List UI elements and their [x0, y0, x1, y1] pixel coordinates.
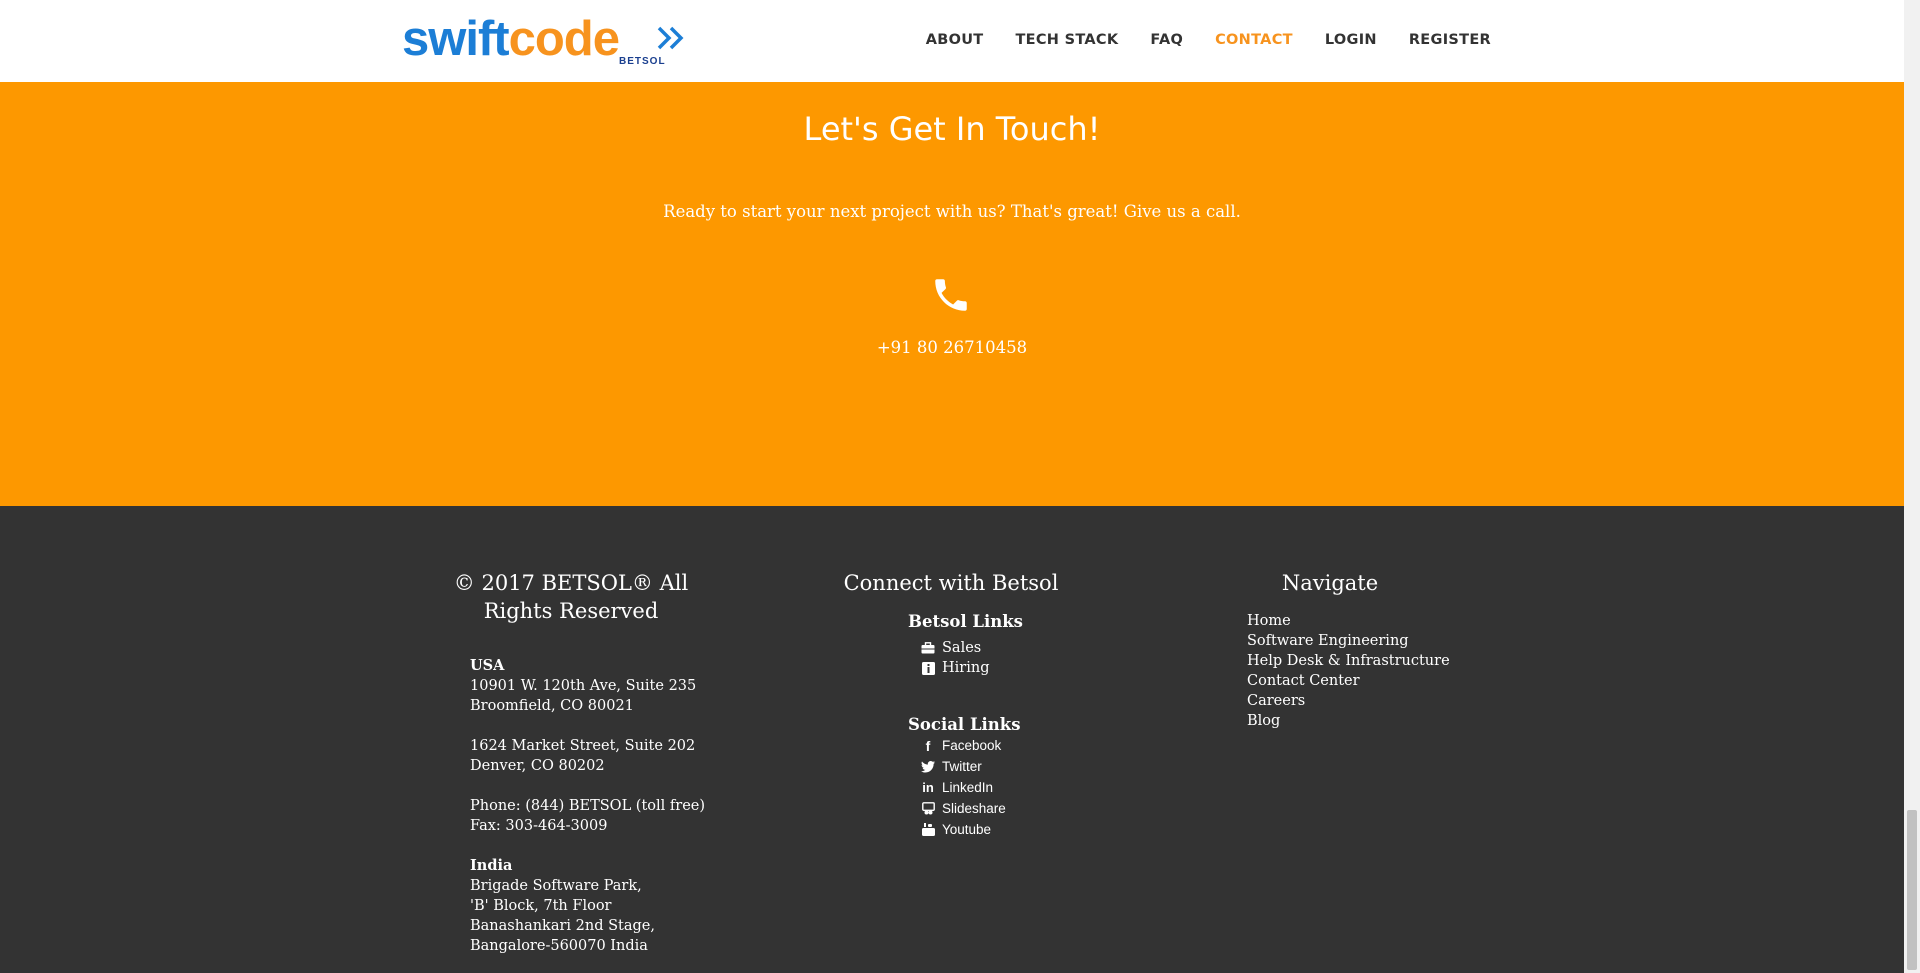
navigate-link-contact-center[interactable]: Contact Center	[1247, 671, 1450, 691]
address-line: 1624 Market Street, Suite 202	[470, 738, 696, 754]
nav-register[interactable]: REGISTER	[1409, 28, 1491, 52]
link-label: Hiring	[942, 660, 990, 676]
contact-text: Ready to start your next project with us…	[663, 202, 1241, 221]
navigate-link-blog[interactable]: Blog	[1247, 711, 1450, 731]
link-label: Youtube	[942, 822, 992, 837]
chevrons-icon	[657, 26, 684, 50]
link-label: Twitter	[942, 759, 982, 774]
social-link-facebook[interactable]: f Facebook	[920, 735, 1006, 756]
address-line: Broomfield, CO 80021	[470, 698, 634, 714]
social-link-youtube[interactable]: Youtube	[920, 819, 1006, 840]
india-label: India	[470, 857, 513, 874]
link-label: Facebook	[942, 738, 1002, 753]
social-link-linkedin[interactable]: in LinkedIn	[920, 777, 1006, 798]
nav-contact[interactable]: CONTACT	[1215, 28, 1293, 52]
link-label: Slideshare	[942, 801, 1006, 816]
scrollbar-thumb[interactable]	[1907, 810, 1917, 970]
social-link-slideshare[interactable]: Slideshare	[920, 798, 1006, 819]
address-block: USA 10901 W. 120th Ave, Suite 235 Broomf…	[470, 656, 705, 956]
info-icon	[920, 661, 936, 675]
address-line: 'B' Block, 7th Floor	[470, 898, 612, 914]
briefcase-icon	[920, 642, 936, 654]
main-nav: ABOUT TECH STACK FAQ CONTACT LOGIN REGIS…	[894, 28, 1491, 52]
usa-label: USA	[470, 657, 505, 674]
nav-tech-stack[interactable]: TECH STACK	[1015, 28, 1118, 52]
swiftcode-logo[interactable]: swiftcode BETSOL	[402, 10, 702, 72]
navigate-link-home[interactable]: Home	[1247, 611, 1450, 631]
logo-subtitle: BETSOL	[619, 56, 666, 67]
nav-login[interactable]: LOGIN	[1325, 28, 1377, 52]
footer-fax: Fax: 303-464-3009	[470, 818, 608, 834]
address-line: 10901 W. 120th Ave, Suite 235	[470, 678, 697, 694]
header: swiftcode BETSOL ABOUT TECH STACK FAQ CO…	[0, 0, 1904, 82]
footer: © 2017 BETSOL® All Rights Reserved USA 1…	[0, 506, 1904, 973]
nav-faq[interactable]: FAQ	[1150, 28, 1183, 52]
contact-section: Let's Get In Touch! Ready to start your …	[0, 82, 1904, 506]
connect-title: Connect with Betsol	[843, 571, 1059, 595]
address-line: Denver, CO 80202	[470, 758, 605, 774]
navigate-link-software-engineering[interactable]: Software Engineering	[1247, 631, 1450, 651]
vertical-scrollbar[interactable]	[1904, 0, 1920, 973]
betsol-links-title: Betsol Links	[908, 612, 1023, 631]
footer-phone: Phone: (844) BETSOL (toll free)	[470, 798, 706, 814]
copyright-text: © 2017 BETSOL® All Rights Reserved	[453, 571, 689, 623]
logo-wordmark: swiftcode	[402, 10, 620, 68]
social-links-list: f Facebook Twitter in LinkedIn Slideshar…	[920, 735, 1006, 840]
address-line: Banashankari 2nd Stage,	[470, 918, 655, 934]
linkedin-icon: in	[922, 780, 934, 795]
phone-icon	[935, 279, 967, 311]
address-line: Brigade Software Park,	[470, 878, 642, 894]
social-links-title: Social Links	[908, 715, 1021, 734]
address-line: Bangalore-560070 India	[470, 938, 648, 954]
logo-text-code: code	[508, 12, 620, 66]
navigate-list: Home Software Engineering Help Desk & In…	[1247, 611, 1450, 731]
link-label: LinkedIn	[942, 780, 994, 795]
contact-phone-number[interactable]: +91 80 26710458	[0, 338, 1904, 357]
navigate-title: Navigate	[1281, 571, 1379, 595]
link-label: Sales	[942, 640, 982, 656]
twitter-icon	[920, 760, 936, 773]
logo-text-swift: swift	[402, 12, 510, 66]
navigate-link-help-desk[interactable]: Help Desk & Infrastructure	[1247, 651, 1450, 671]
facebook-icon: f	[925, 737, 931, 754]
social-link-twitter[interactable]: Twitter	[920, 756, 1006, 777]
nav-about[interactable]: ABOUT	[926, 28, 984, 52]
betsol-link-sales[interactable]: Sales	[920, 638, 989, 658]
navigate-link-careers[interactable]: Careers	[1247, 691, 1450, 711]
slideshare-icon	[920, 802, 936, 815]
contact-title: Let's Get In Touch!	[803, 110, 1101, 148]
betsol-links-list: Sales Hiring	[920, 638, 989, 678]
betsol-link-hiring[interactable]: Hiring	[920, 658, 989, 678]
youtube-icon	[920, 823, 936, 836]
page: swiftcode BETSOL ABOUT TECH STACK FAQ CO…	[0, 0, 1904, 973]
